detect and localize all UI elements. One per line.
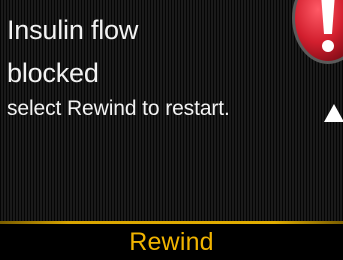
alert-title-line-1: Insulin flow <box>7 15 139 45</box>
alert-exclamation-icon <box>292 0 343 64</box>
alert-title-line-2: blocked <box>7 58 99 88</box>
pump-alert-screen: Insulin flow blocked select Rewind to re… <box>0 0 343 260</box>
rewind-button-label: Rewind <box>129 227 214 256</box>
alert-message: select Rewind to restart. <box>7 97 230 120</box>
rewind-button[interactable]: Rewind <box>0 224 343 260</box>
scroll-up-arrow-icon[interactable] <box>323 103 343 123</box>
